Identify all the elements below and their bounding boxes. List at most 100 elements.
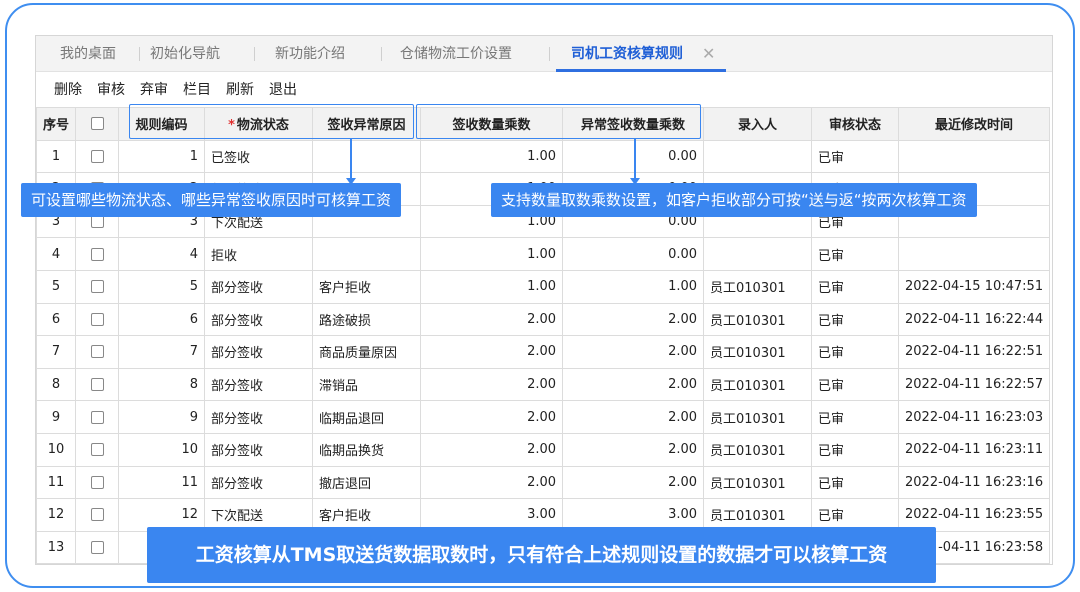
cell-exception-reason[interactable] (312, 237, 422, 271)
cell-modified-time: 2022-04-11 16:23:03 (898, 400, 1051, 434)
cell-seq: 12 (36, 498, 77, 532)
header-exception-reason[interactable]: 签收异常原因 (312, 107, 422, 141)
header-exception-multiplier[interactable]: 异常签收数量乘数 (562, 107, 705, 141)
refresh-button[interactable]: 刷新 (226, 73, 254, 107)
cell-exception-multiplier[interactable]: 2.00 (562, 335, 705, 369)
cell-rule-code[interactable]: 7 (118, 335, 206, 369)
cell-sign-multiplier[interactable]: 2.00 (420, 367, 564, 402)
cell-sign-multiplier[interactable]: 2.00 (420, 432, 564, 467)
cell-rule-code[interactable]: 9 (118, 400, 206, 434)
cell-exception-multiplier[interactable]: 2.00 (562, 465, 705, 500)
cell-exception-multiplier[interactable]: 2.00 (562, 400, 705, 434)
table-row[interactable]: 6 6 部分签收 路途破损 2.00 2.00 员工010301 已审 2022… (36, 302, 1051, 337)
cell-seq: 7 (36, 335, 77, 369)
table-row[interactable]: 8 8 部分签收 滞销品 2.00 2.00 员工010301 已审 2022-… (36, 367, 1051, 402)
columns-button[interactable]: 栏目 (183, 73, 211, 107)
cell-modified-time: 2022-04-11 16:22:44 (898, 302, 1051, 337)
cell-exception-reason[interactable]: 临期品退回 (312, 400, 422, 434)
row-checkbox[interactable] (90, 312, 104, 326)
cell-exception-reason[interactable]: 商品质量原因 (312, 335, 422, 369)
audit-button[interactable]: 审核 (97, 73, 125, 107)
tab-init-guide[interactable]: 初始化导航 (146, 36, 224, 72)
cell-exception-multiplier[interactable]: 2.00 (562, 302, 705, 337)
cell-rule-code[interactable]: 5 (118, 269, 206, 304)
cell-exception-reason[interactable]: 临期品换货 (312, 432, 422, 467)
cell-sign-multiplier[interactable]: 2.00 (420, 400, 564, 434)
cell-exception-multiplier[interactable]: 2.00 (562, 367, 705, 402)
cell-sign-multiplier[interactable]: 1.00 (420, 237, 564, 271)
cell-exception-multiplier[interactable]: 0.00 (562, 237, 705, 271)
cell-seq: 6 (36, 302, 77, 337)
table-row[interactable]: 9 9 部分签收 临期品退回 2.00 2.00 员工010301 已审 202… (36, 400, 1051, 434)
cell-logistics-status[interactable]: 部分签收 (204, 400, 314, 434)
header-logistics-status[interactable]: * 物流状态 (204, 107, 314, 141)
exit-button[interactable]: 退出 (269, 73, 297, 107)
tab-separator (254, 47, 255, 61)
row-checkbox[interactable] (90, 280, 104, 294)
row-checkbox[interactable] (90, 345, 104, 359)
table-row[interactable]: 10 10 部分签收 临期品换货 2.00 2.00 员工010301 已审 2… (36, 432, 1051, 467)
header-entered-by[interactable]: 录入人 (703, 107, 813, 141)
table-row[interactable]: 1 1 已签收 1.00 0.00 已审 (36, 139, 1051, 174)
cell-rule-code[interactable]: 10 (118, 432, 206, 467)
tab-my-desktop[interactable]: 我的桌面 (56, 36, 120, 72)
cell-audit-status: 已审 (811, 465, 900, 500)
header-audit-status[interactable]: 审核状态 (811, 107, 900, 141)
cell-logistics-status[interactable]: 部分签收 (204, 432, 314, 467)
delete-button[interactable]: 删除 (54, 73, 82, 107)
cell-exception-reason[interactable]: 滞销品 (312, 367, 422, 402)
cell-logistics-status[interactable]: 部分签收 (204, 367, 314, 402)
row-checkbox[interactable] (90, 378, 104, 392)
cell-sign-multiplier[interactable]: 2.00 (420, 465, 564, 500)
tab-driver-wage-rules[interactable]: 司机工资核算规则 (567, 36, 687, 72)
row-checkbox[interactable] (90, 410, 104, 424)
table-row[interactable]: 7 7 部分签收 商品质量原因 2.00 2.00 员工010301 已审 20… (36, 335, 1051, 369)
screenshot-frame: 我的桌面 初始化导航 新功能介绍 仓储物流工价设置 司机工资核算规则 ✕ 删除 … (5, 3, 1075, 588)
unaudit-button[interactable]: 弃审 (140, 73, 168, 107)
table-row[interactable]: 5 5 部分签收 客户拒收 1.00 1.00 员工010301 已审 2022… (36, 269, 1051, 304)
cell-entered-by: 员工010301 (703, 335, 813, 369)
cell-exception-reason[interactable] (312, 139, 422, 174)
cell-logistics-status[interactable]: 部分签收 (204, 465, 314, 500)
row-checkbox[interactable] (90, 475, 104, 489)
cell-logistics-status[interactable]: 部分签收 (204, 302, 314, 337)
header-sign-multiplier[interactable]: 签收数量乘数 (420, 107, 564, 141)
row-checkbox[interactable] (90, 247, 104, 261)
cell-audit-status: 已审 (811, 269, 900, 304)
cell-select (75, 237, 120, 271)
cell-logistics-status[interactable]: 部分签收 (204, 335, 314, 369)
cell-seq: 9 (36, 400, 77, 434)
cell-exception-multiplier[interactable]: 2.00 (562, 432, 705, 467)
summary-banner: 工资核算从TMS取送货数据取数时，只有符合上述规则设置的数据才可以核算工资 (147, 527, 936, 583)
table-row[interactable]: 11 11 部分签收 撤店退回 2.00 2.00 员工010301 已审 20… (36, 465, 1051, 500)
cell-sign-multiplier[interactable]: 2.00 (420, 335, 564, 369)
header-modified-time[interactable]: 最近修改时间 (898, 107, 1051, 141)
cell-exception-reason[interactable]: 客户拒收 (312, 269, 422, 304)
cell-sign-multiplier[interactable]: 1.00 (420, 139, 564, 174)
cell-rule-code[interactable]: 6 (118, 302, 206, 337)
pointer-line-right (634, 139, 636, 179)
close-icon[interactable]: ✕ (702, 36, 715, 72)
cell-rule-code[interactable]: 11 (118, 465, 206, 500)
cell-exception-reason[interactable]: 撤店退回 (312, 465, 422, 500)
row-checkbox[interactable] (90, 508, 104, 522)
cell-rule-code[interactable]: 1 (118, 139, 206, 174)
table-row[interactable]: 4 4 拒收 1.00 0.00 已审 (36, 237, 1051, 271)
cell-logistics-status[interactable]: 拒收 (204, 237, 314, 271)
row-checkbox[interactable] (90, 215, 104, 229)
tab-warehouse-price[interactable]: 仓储物流工价设置 (396, 36, 516, 72)
cell-rule-code[interactable]: 8 (118, 367, 206, 402)
cell-sign-multiplier[interactable]: 1.00 (420, 269, 564, 304)
header-rule-code[interactable]: 规则编码 (118, 107, 206, 141)
cell-rule-code[interactable]: 4 (118, 237, 206, 271)
cell-exception-multiplier[interactable]: 1.00 (562, 269, 705, 304)
row-checkbox[interactable] (90, 149, 104, 163)
tab-new-features[interactable]: 新功能介绍 (271, 36, 349, 72)
cell-sign-multiplier[interactable]: 2.00 (420, 302, 564, 337)
cell-exception-reason[interactable]: 路途破损 (312, 302, 422, 337)
cell-logistics-status[interactable]: 已签收 (204, 139, 314, 174)
cell-logistics-status[interactable]: 部分签收 (204, 269, 314, 304)
row-checkbox[interactable] (90, 443, 104, 457)
row-checkbox[interactable] (90, 541, 104, 555)
select-all-checkbox[interactable] (90, 117, 104, 131)
